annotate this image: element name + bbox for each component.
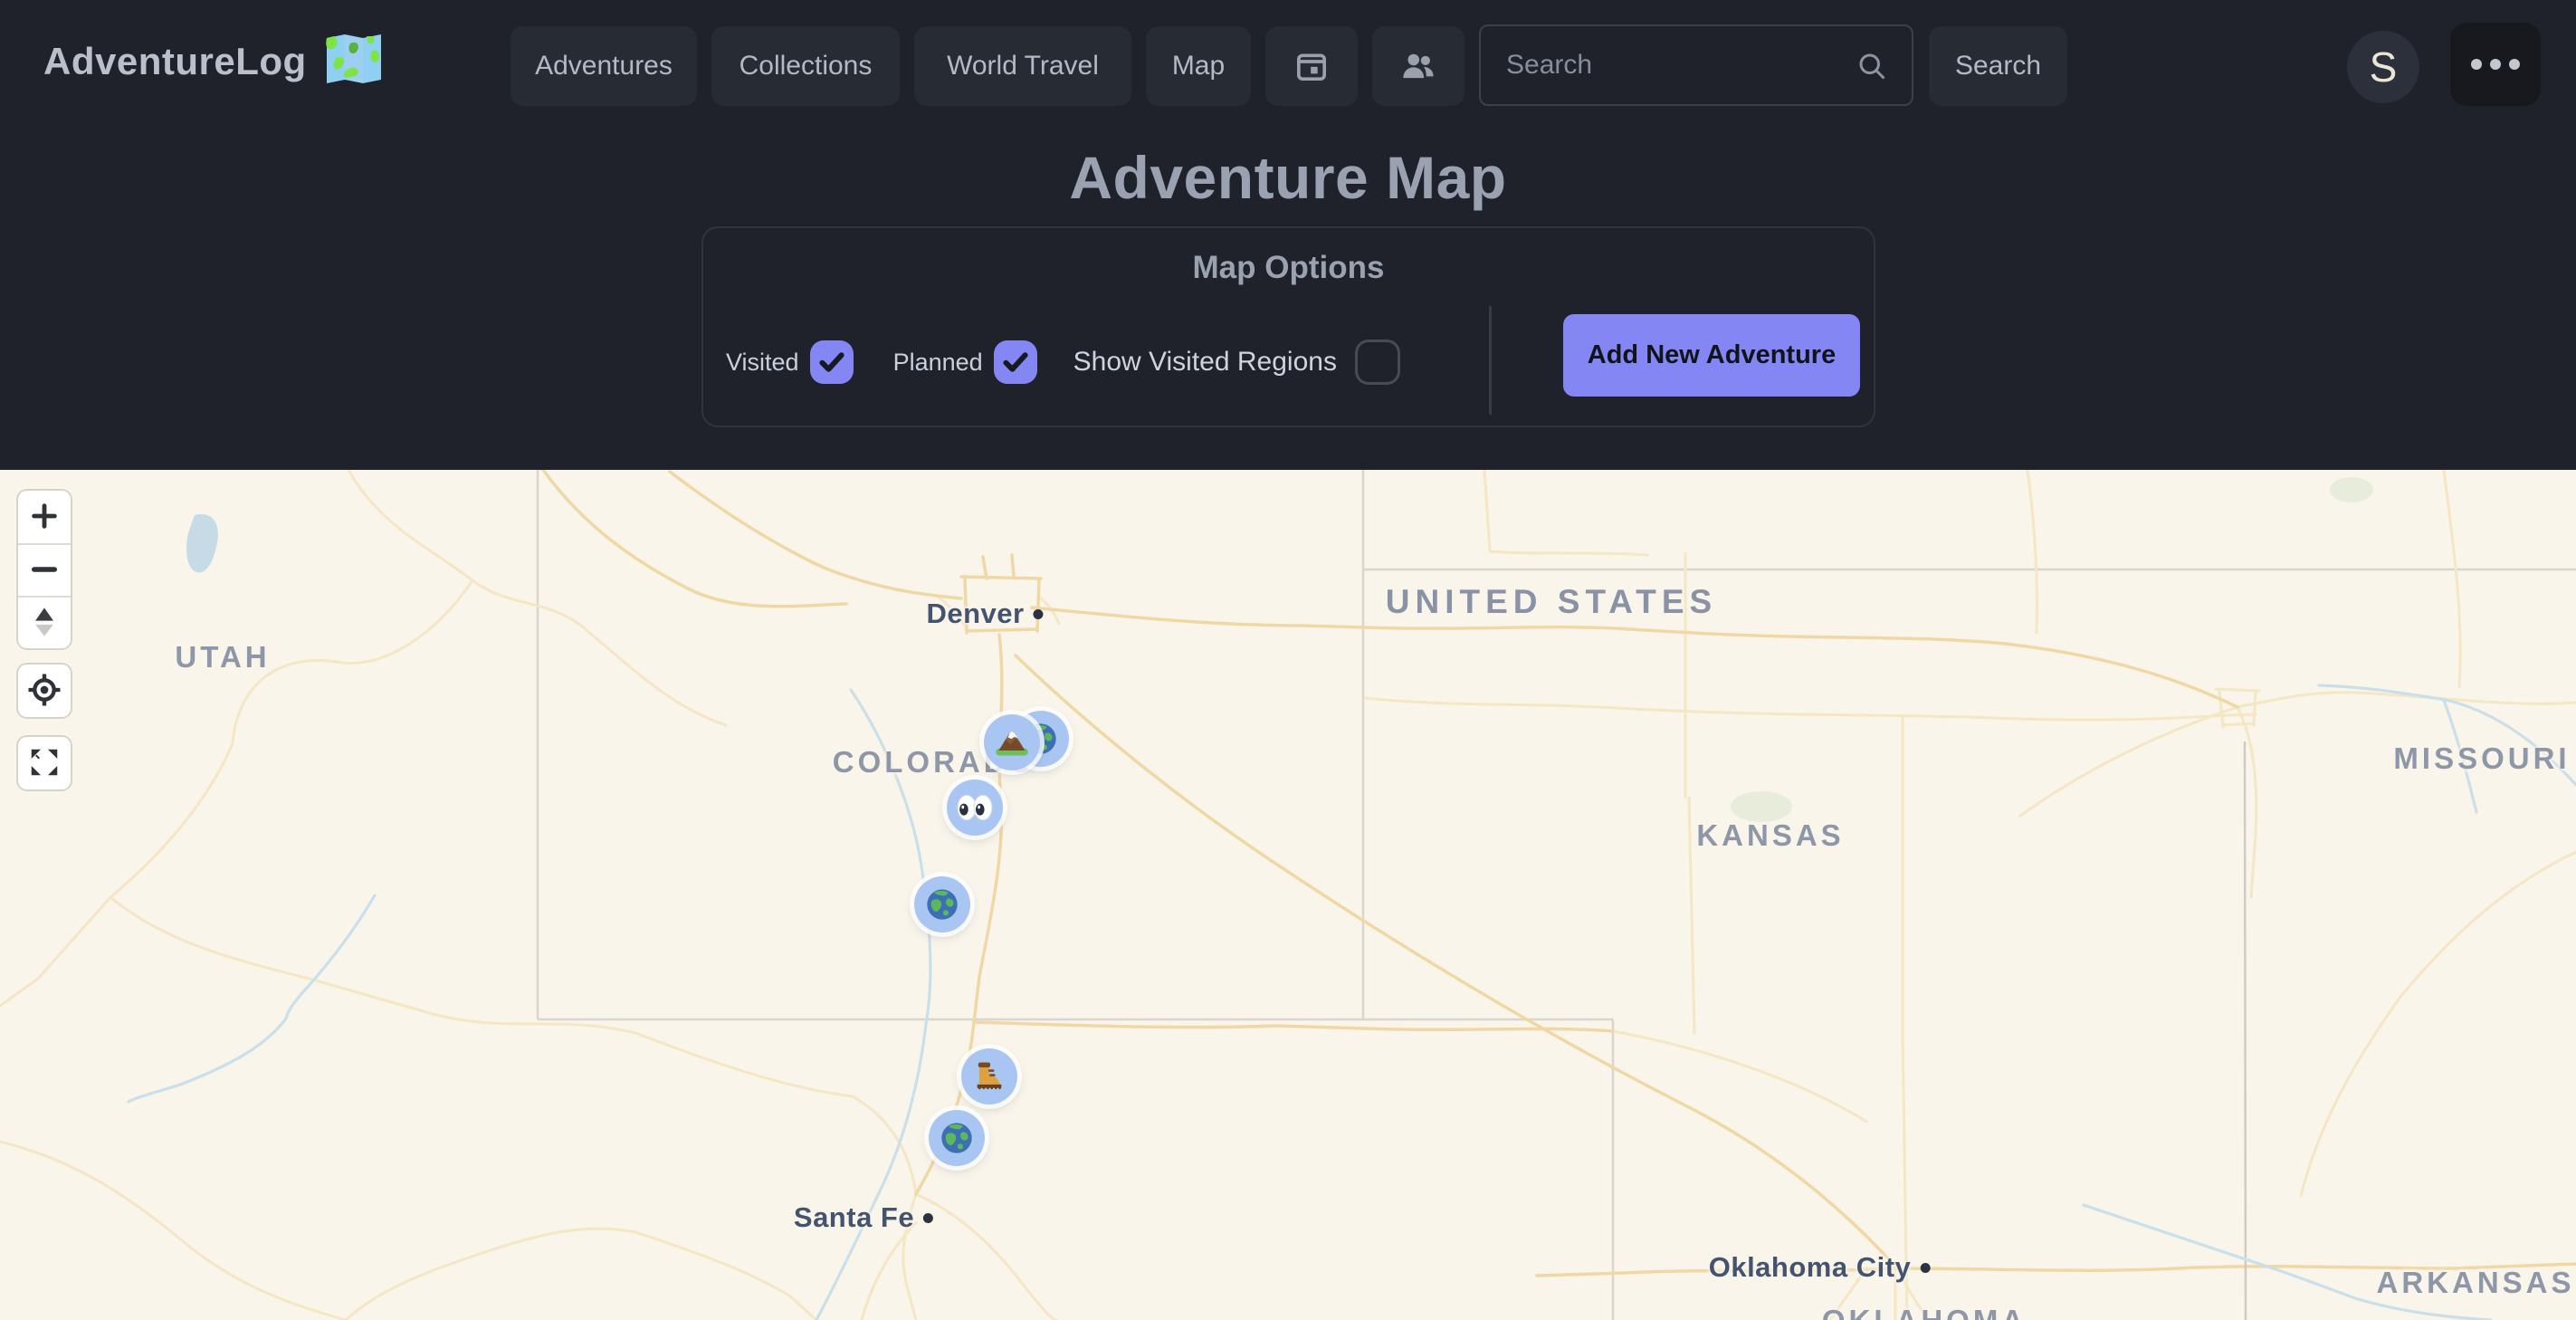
zoom-in-button[interactable] (18, 491, 71, 543)
map-label-arkansas: ARKANSAS (2376, 1266, 2574, 1300)
nav-map-button[interactable]: Map (1146, 26, 1251, 106)
adventure-marker-globe-emoji[interactable] (914, 876, 970, 933)
city-dot (1034, 609, 1044, 619)
mountain-emoji (994, 724, 1030, 760)
plus-icon (29, 501, 60, 534)
map-label-united-states: UNITED STATES (1386, 583, 1717, 621)
lake-shape (186, 514, 218, 572)
user-avatar[interactable]: S (2347, 31, 2419, 103)
geolocate-target-icon (26, 672, 62, 711)
fullscreen-control (16, 735, 72, 791)
fullscreen-button[interactable] (18, 737, 71, 789)
world-map-emoji-icon (325, 33, 383, 90)
visited-checkbox[interactable] (810, 340, 854, 384)
minus-icon (29, 554, 60, 588)
fullscreen-expand-icon (27, 745, 62, 782)
planned-checkbox[interactable] (994, 340, 1037, 384)
users-button[interactable] (1372, 26, 1465, 106)
app-header: AdventureLog Adventures Collections Worl… (0, 0, 2576, 470)
globe-emoji (939, 1120, 975, 1156)
geolocate-control (16, 663, 72, 719)
adventure-marker-globe-emoji[interactable] (929, 1110, 985, 1166)
map-label-santa-fe: Santa Fe (794, 1201, 933, 1234)
geolocate-button[interactable] (18, 665, 71, 717)
boot-emoji (971, 1059, 1007, 1094)
nav-adventures-button[interactable]: Adventures (510, 26, 697, 106)
map-label-denver: Denver (926, 598, 1043, 630)
calendar-icon (1293, 48, 1330, 84)
show-visited-regions-checkbox[interactable] (1355, 340, 1400, 385)
map-canvas[interactable]: UNITED STATESUTAHCOLORADOKANSASMISSOURIA… (0, 470, 2576, 1320)
options-divider (1489, 306, 1492, 415)
nav-collections-button[interactable]: Collections (711, 26, 900, 106)
map-label-kansas: KANSAS (1696, 818, 1844, 853)
map-zoom-control-group (16, 489, 72, 650)
visited-toggle-label: Visited (726, 349, 799, 377)
calendar-button[interactable] (1265, 26, 1358, 106)
add-new-adventure-button[interactable]: Add New Adventure (1563, 314, 1860, 397)
planned-toggle-label: Planned (893, 349, 983, 377)
more-menu-button[interactable] (2450, 23, 2541, 106)
map-label-oklahoma: OKLAHOMA (1822, 1304, 2027, 1320)
adventure-marker-boot-emoji[interactable] (961, 1048, 1017, 1105)
search-input[interactable] (1479, 24, 1913, 106)
map-options-row: Visited Planned Show Visited Regions (726, 335, 1400, 389)
city-dot (923, 1213, 933, 1223)
map-label-missouri: MISSOURI (2393, 741, 2570, 776)
map-label-utah: UTAH (175, 640, 270, 674)
show-visited-regions-label: Show Visited Regions (1073, 347, 1337, 378)
eyes-emoji (956, 792, 994, 823)
adventure-marker-eyes-emoji[interactable] (947, 780, 1003, 836)
app-logo-text: AdventureLog (43, 40, 307, 83)
ellipsis-icon (2471, 59, 2520, 70)
map-options-card: Map Options Visited Planned Show Visited… (701, 226, 1875, 427)
adventure-marker-mountain-emoji[interactable] (984, 714, 1040, 770)
map-base-layer (0, 470, 2576, 1320)
zoom-out-button[interactable] (18, 543, 71, 596)
map-options-heading: Map Options (703, 250, 1874, 286)
map-label-oklahoma-city: Oklahoma City (1709, 1251, 1931, 1284)
users-icon (1399, 48, 1437, 84)
globe-emoji (924, 886, 960, 923)
pitch-toggle-button[interactable] (18, 596, 71, 648)
app-logo[interactable]: AdventureLog (43, 33, 383, 90)
nav-world-travel-button[interactable]: World Travel (914, 26, 1131, 106)
search-button[interactable]: Search (1929, 26, 2067, 106)
city-dot (1920, 1263, 1930, 1273)
pitch-arrows-icon (29, 605, 60, 642)
page-title: Adventure Map (0, 143, 2576, 212)
